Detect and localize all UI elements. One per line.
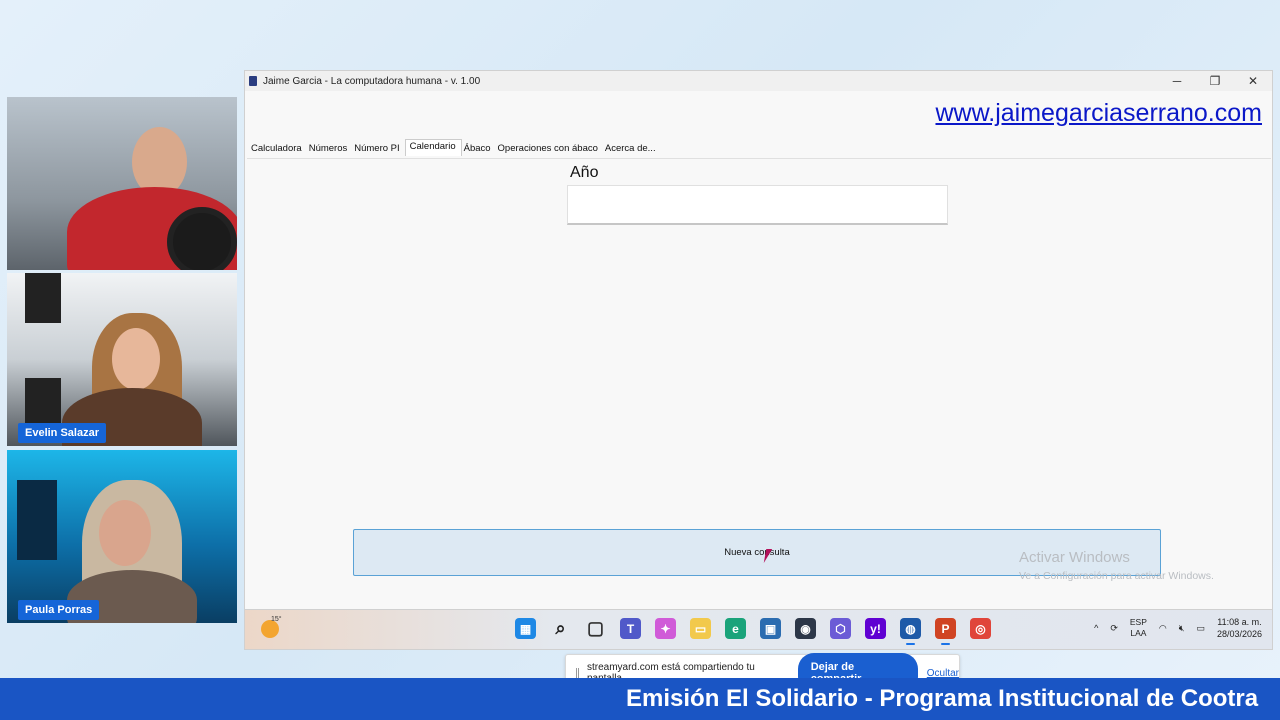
search-icon[interactable]: ⌕ <box>550 618 571 639</box>
app-icon-dark[interactable]: ◉ <box>795 618 816 639</box>
clock[interactable]: 11:08 a. m. 28/03/2026 <box>1217 616 1262 640</box>
tab-numero-pi[interactable]: Número PI <box>352 141 404 156</box>
app-window: Jaime Garcia - La computadora humana - v… <box>244 70 1273 693</box>
weather-temperature: 15° <box>271 616 282 623</box>
year-input[interactable] <box>567 185 948 225</box>
drag-handle-icon[interactable] <box>576 668 579 678</box>
mouse-cursor-icon <box>763 549 779 563</box>
app-window-icon <box>249 76 257 86</box>
tab-acerca-de[interactable]: Acerca de... <box>603 141 661 156</box>
calendar-panel: Año Nueva consulta Activar Windows Ve a … <box>247 158 1271 693</box>
language-indicator[interactable]: ESP LAA <box>1130 617 1147 639</box>
wifi-icon[interactable]: ◠ <box>1159 623 1167 634</box>
store-icon[interactable]: ▣ <box>760 618 781 639</box>
tab-strip: Calculadora Números Número PI Calendario… <box>249 139 661 156</box>
window-title: Jaime Garcia - La computadora humana - v… <box>263 75 481 87</box>
watermark-subtitle: Ve a Configuración para activar Windows. <box>1019 570 1214 582</box>
participant-name-tag: Evelin Salazar <box>18 423 106 443</box>
copilot-icon[interactable]: ✦ <box>655 618 676 639</box>
tab-abaco[interactable]: Ábaco <box>462 141 496 156</box>
acoustic-panel <box>17 480 57 560</box>
window-controls: ─ ❐ ✕ <box>1158 71 1272 91</box>
tab-calendario[interactable]: Calendario <box>404 139 462 156</box>
microphone <box>167 207 237 270</box>
tab-numeros[interactable]: Números <box>307 141 353 156</box>
task-view-icon[interactable]: ▢ <box>585 618 606 639</box>
clock-time: 11:08 a. m. <box>1217 617 1262 627</box>
hide-share-bar-link[interactable]: Ocultar <box>927 668 959 679</box>
chrome-icon[interactable]: ◎ <box>970 618 991 639</box>
sync-icon[interactable]: ⟳ <box>1110 623 1118 634</box>
language-code: ESP <box>1129 617 1147 627</box>
taskbar-apps: ▦ ⌕ ▢ T ✦ ▭ e ▣ ◉ ⬡ y! ◍ P ◎ <box>515 618 991 645</box>
globe-app-icon[interactable]: ◍ <box>900 618 921 645</box>
keyboard-layout: LAA <box>1130 628 1147 638</box>
activate-windows-watermark: Activar Windows Ve a Configuración para … <box>1019 549 1214 582</box>
teams-icon[interactable]: T <box>620 618 641 639</box>
app-icon-purple[interactable]: ⬡ <box>830 618 851 639</box>
participant-video-1 <box>7 97 237 270</box>
system-tray: ^ ⟳ ESP LAA ◠ 🔇︎ ▭ 11:08 a. m. 28/03/202… <box>1094 616 1262 640</box>
clock-date: 28/03/2026 <box>1216 629 1262 639</box>
broadcast-banner: Emisión El Solidario - Programa Instituc… <box>0 678 1280 720</box>
volume-muted-icon[interactable]: 🔇︎ <box>1179 623 1185 634</box>
start-icon[interactable]: ▦ <box>515 618 536 639</box>
website-link[interactable]: www.jaimegarciaserrano.com <box>935 99 1262 128</box>
file-explorer-icon[interactable]: ▭ <box>690 618 711 639</box>
window-titlebar[interactable]: Jaime Garcia - La computadora humana - v… <box>245 71 1272 91</box>
minimize-button[interactable]: ─ <box>1158 71 1196 91</box>
battery-icon[interactable]: ▭ <box>1196 623 1205 634</box>
participant-video-2: Evelin Salazar <box>7 273 237 446</box>
tab-calculadora[interactable]: Calculadora <box>249 141 307 156</box>
restore-button[interactable]: ❐ <box>1196 71 1234 91</box>
yahoo-icon[interactable]: y! <box>865 618 886 639</box>
participant-video-3: Paula Porras <box>7 450 237 623</box>
close-button[interactable]: ✕ <box>1234 71 1272 91</box>
tab-operaciones-con-abaco[interactable]: Operaciones con ábaco <box>496 141 603 156</box>
participant-head <box>99 500 151 566</box>
participant-name-tag: Paula Porras <box>18 600 100 620</box>
powerpoint-icon[interactable]: P <box>935 618 956 645</box>
speaker <box>25 273 61 323</box>
windows-taskbar: 15° ▦ ⌕ ▢ T ✦ ▭ e ▣ ◉ ⬡ y! ◍ P ◎ ^ ⟳ ESP LAA ◠ 🔇︎ ▭ 1… <box>245 609 1272 649</box>
new-query-button-label: Nueva consulta <box>724 547 790 558</box>
year-label: Año <box>570 164 599 181</box>
chevron-up-icon[interactable]: ^ <box>1094 623 1098 633</box>
watermark-title: Activar Windows <box>1019 549 1130 566</box>
banner-text: Emisión El Solidario - Programa Instituc… <box>626 685 1259 712</box>
edge-icon[interactable]: e <box>725 618 746 639</box>
participant-head <box>112 328 160 390</box>
